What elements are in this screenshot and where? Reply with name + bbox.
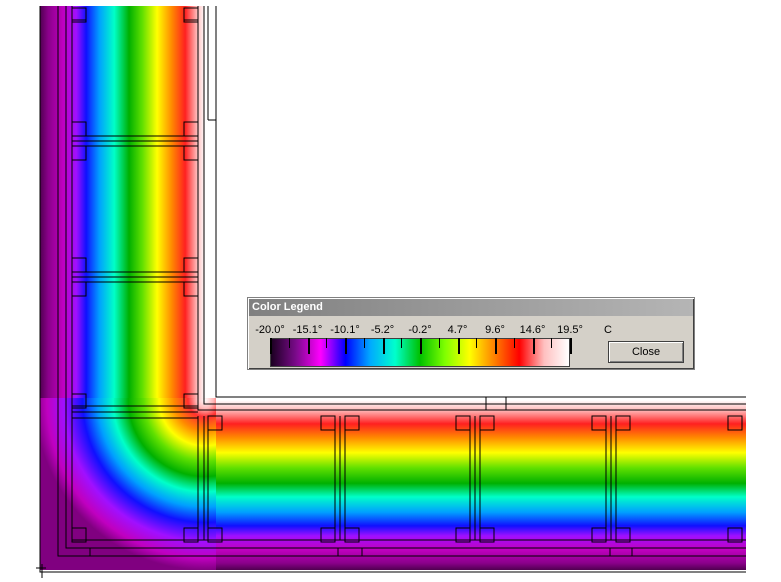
legend-tick-label: -20.0°	[255, 324, 285, 336]
legend-tick-mark	[270, 338, 272, 354]
legend-tick-mark	[532, 338, 535, 354]
legend-tick-label: 9.6°	[485, 324, 505, 336]
legend-tick-marks	[270, 338, 572, 367]
legend-tick-label: 14.6°	[519, 324, 546, 336]
legend-tick-mark	[382, 338, 385, 354]
legend-tick-mark	[326, 338, 328, 348]
legend-tick-mark	[457, 338, 460, 354]
close-button[interactable]: Close	[608, 341, 684, 363]
legend-tick-mark	[476, 338, 478, 348]
legend-tick-mark	[345, 338, 347, 354]
legend-tick-mark	[420, 338, 422, 354]
legend-tick-mark	[363, 338, 365, 348]
legend-tick-label: -10.1°	[330, 324, 360, 336]
legend-tick-mark	[288, 338, 290, 348]
legend-tick-label: 19.5°	[557, 324, 583, 336]
legend-tick-mark	[401, 338, 403, 348]
legend-tick-labels: -20.0° -15.1° -10.1° -5.2° -0.2° 4.7° 9.6° 14.6…	[248, 324, 696, 338]
legend-tick-mark	[551, 338, 553, 348]
legend-title: Color Legend	[252, 301, 323, 313]
legend-tick-mark	[307, 338, 310, 354]
legend-tick-mark	[570, 338, 572, 354]
legend-unit-label: C	[604, 324, 612, 336]
thermal-simulation-canvas	[36, 6, 746, 578]
legend-tick-label: -5.2°	[370, 324, 395, 336]
legend-tick-label: 4.7°	[447, 324, 468, 336]
legend-tick-mark	[513, 338, 515, 348]
legend-tick-label: -0.2°	[408, 324, 432, 336]
legend-tick-mark	[438, 338, 440, 348]
color-legend-window: Color Legend -20.0° -15.1° -10.1° -5.2° -0.2…	[247, 297, 695, 370]
legend-titlebar[interactable]: Color Legend	[249, 299, 693, 316]
legend-tick-label: -15.1°	[292, 324, 323, 336]
legend-tick-mark	[495, 338, 497, 354]
